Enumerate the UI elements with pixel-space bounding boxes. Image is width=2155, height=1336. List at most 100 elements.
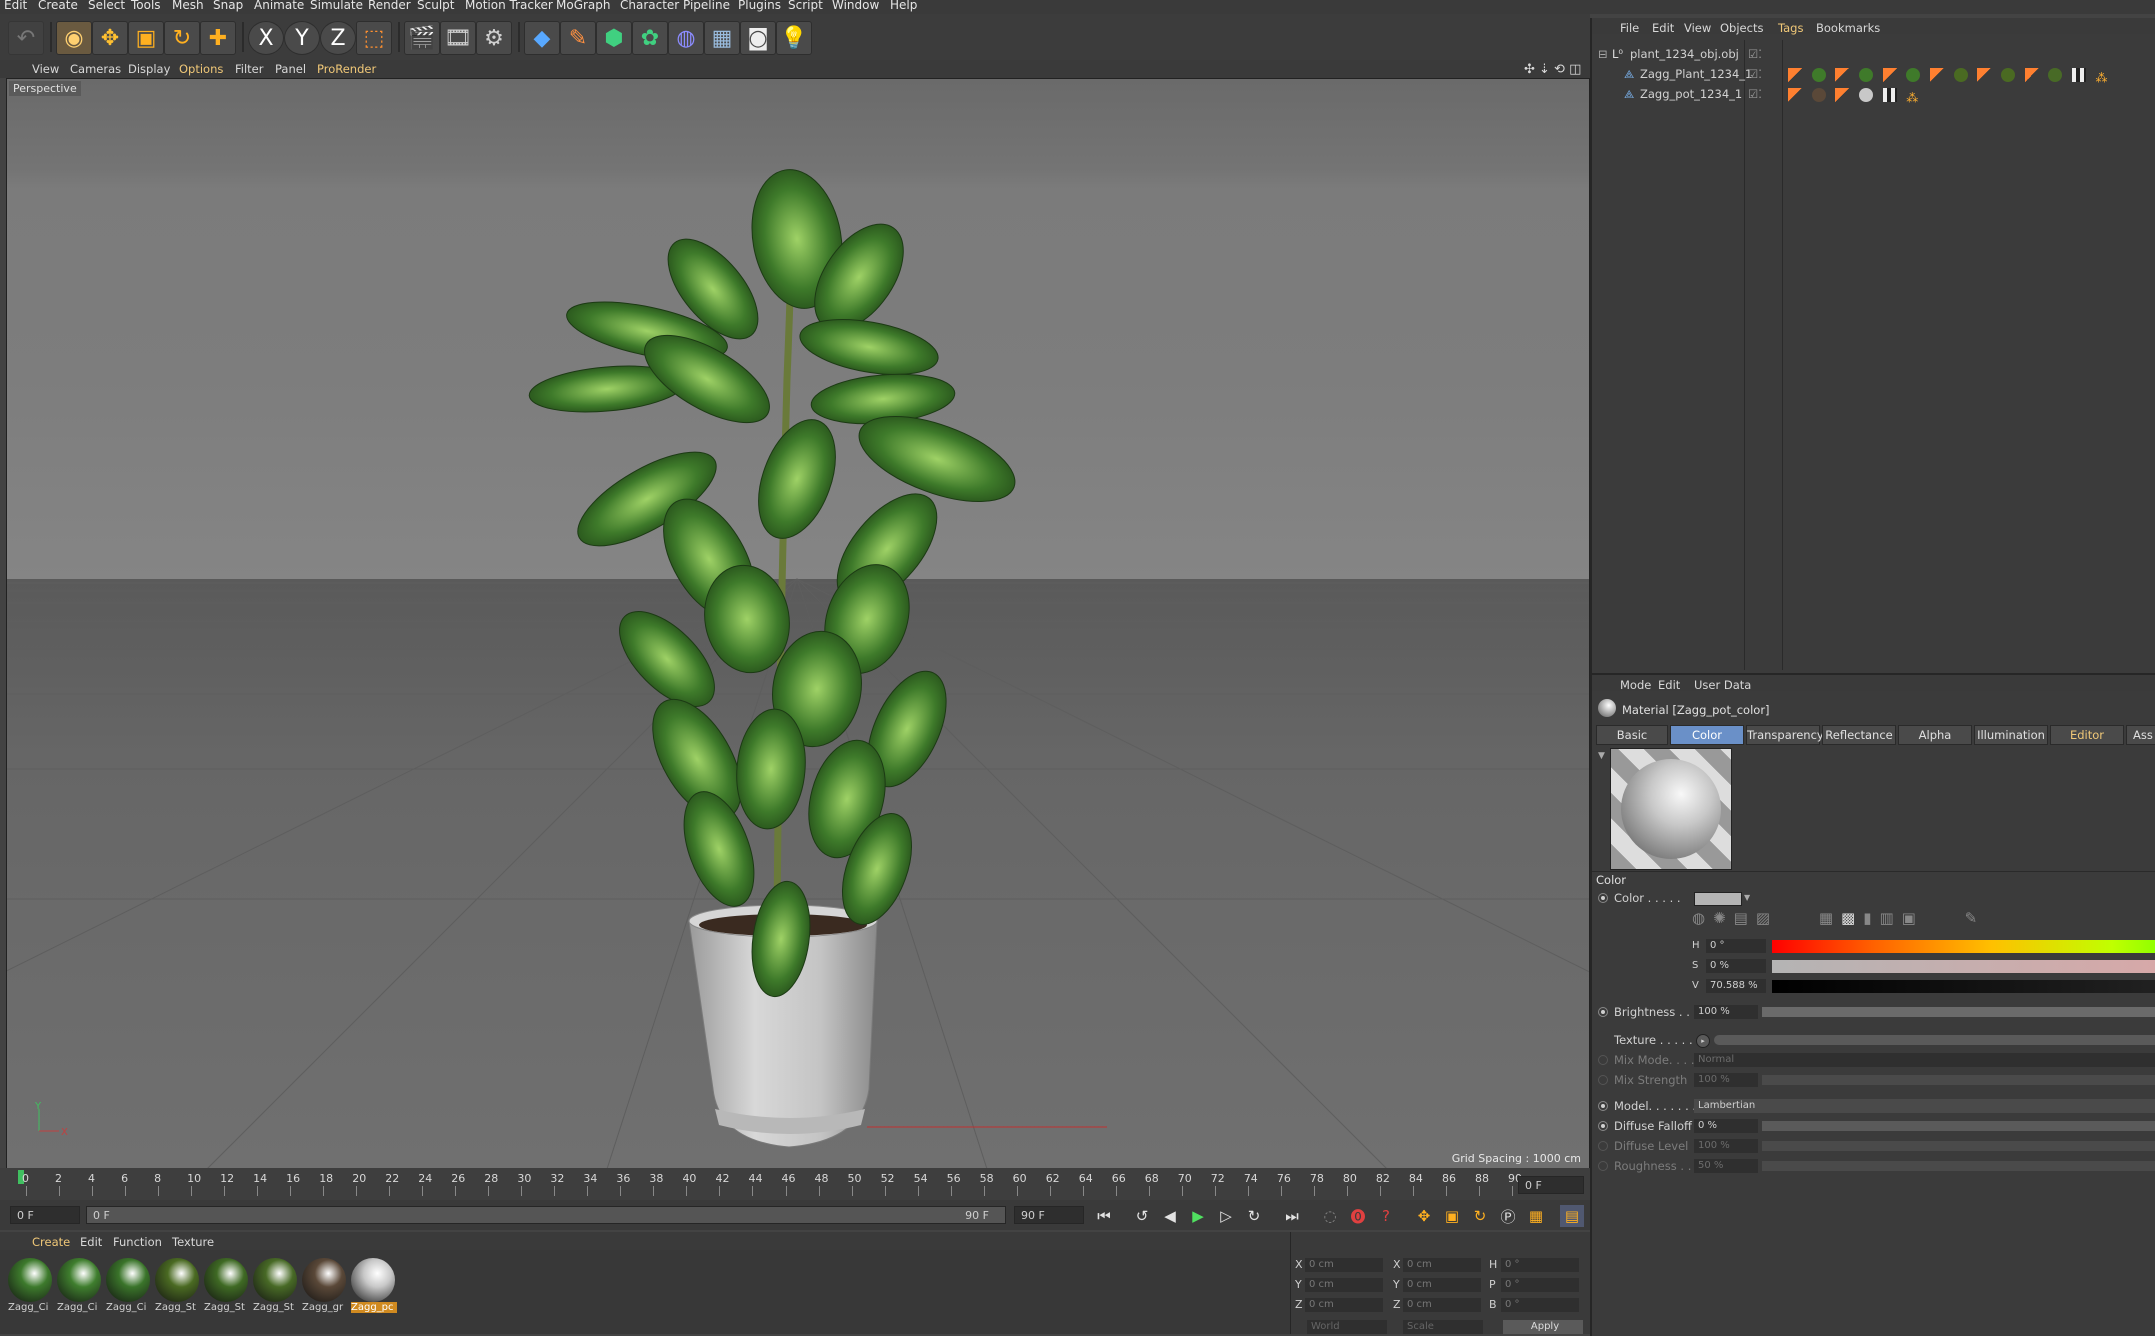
deformer-icon[interactable]: ◍: [668, 21, 704, 55]
tab-basic[interactable]: Basic: [1596, 725, 1668, 745]
key-parameter-icon[interactable]: Ⓟ: [1496, 1205, 1520, 1227]
tab-alpha[interactable]: Alpha: [1898, 725, 1972, 745]
roughness-slider[interactable]: [1762, 1161, 2155, 1171]
previous-key-icon[interactable]: ↺: [1130, 1205, 1154, 1227]
om-menu-tags[interactable]: Tags: [1778, 21, 1803, 35]
go-to-end-icon[interactable]: ⏭: [1280, 1205, 1304, 1227]
texture-menu-icon[interactable]: ▸: [1696, 1034, 1710, 1048]
key-pla-icon[interactable]: ▦: [1524, 1205, 1548, 1227]
material-thumbnail[interactable]: Zagg_gr: [302, 1258, 348, 1318]
cube-icon[interactable]: ◆: [524, 21, 560, 55]
color-swatch[interactable]: [1694, 892, 1742, 906]
mix-strength-field[interactable]: 100 %: [1694, 1073, 1758, 1087]
material-menu-texture[interactable]: Texture: [172, 1235, 214, 1249]
texture-slot[interactable]: [1714, 1035, 2155, 1045]
timeline-layout-icon[interactable]: ▤: [1560, 1205, 1584, 1227]
brightness-field[interactable]: 100 %: [1694, 1005, 1758, 1019]
mix-strength-slider[interactable]: [1762, 1075, 2155, 1085]
live-select-icon[interactable]: ◉: [56, 21, 92, 55]
tab-color[interactable]: Color: [1670, 725, 1744, 745]
swatch-dropdown-icon[interactable]: ▼: [1744, 889, 1750, 907]
material-thumbnail[interactable]: Zagg_Ci: [8, 1258, 54, 1318]
rotate-icon[interactable]: ↻: [164, 21, 200, 55]
menu-script[interactable]: Script: [788, 0, 823, 11]
light-icon[interactable]: 💡: [776, 21, 812, 55]
phong-tag-icon[interactable]: [1788, 67, 1802, 82]
am-menu-mode[interactable]: Mode: [1620, 678, 1651, 692]
timeline-ruler[interactable]: 0 2 4 6 8 10 12 14 16 18 20 22 24 26 28 30 32 34 36 38 40 42 4…: [0, 1168, 1590, 1200]
menu-tools[interactable]: Tools: [131, 0, 161, 11]
menu-mograph[interactable]: MoGraph: [556, 0, 611, 11]
phong-tag-icon[interactable]: [1882, 67, 1897, 82]
menu-render[interactable]: Render: [368, 0, 411, 11]
preview-range-slider[interactable]: 0 F 90 F: [86, 1206, 1006, 1224]
material-tag-icon[interactable]: [1906, 67, 1921, 82]
key-rotation-icon[interactable]: ↻: [1468, 1205, 1492, 1227]
diffuse-falloff-field[interactable]: 0 %: [1694, 1119, 1758, 1133]
perspective-viewport[interactable]: Y X Perspective Grid Spacing: 1000 cm: [6, 78, 1590, 1170]
animate-toggle[interactable]: [1598, 1055, 1608, 1065]
viewport-menu-cameras[interactable]: Cameras: [70, 62, 121, 76]
material-menu-create[interactable]: Create: [32, 1235, 70, 1249]
kelvin-icon[interactable]: ▮: [1863, 909, 1879, 927]
menu-motion-tracker[interactable]: Motion Tracker: [465, 0, 553, 11]
material-tag-icon[interactable]: [2048, 67, 2063, 82]
coord-value-field[interactable]: 0 cm: [1403, 1278, 1481, 1292]
key-scale-icon[interactable]: ▣: [1440, 1205, 1464, 1227]
om-menu-edit[interactable]: Edit: [1652, 21, 1674, 35]
x-axis-lock-button[interactable]: X: [248, 21, 284, 55]
material-tag-icon[interactable]: [1858, 67, 1873, 82]
keyframe-selection-icon[interactable]: ?: [1374, 1205, 1398, 1227]
rgb-icon[interactable]: ▦: [1819, 909, 1841, 927]
object-row-root[interactable]: ⊟ L⁰ plant_1234_obj.obj ☑⁚: [1592, 44, 2155, 64]
floor-icon[interactable]: ▦: [704, 21, 740, 55]
material-thumbnail[interactable]: Zagg_pc: [351, 1258, 397, 1318]
phong-tag-icon[interactable]: [1835, 67, 1850, 82]
material-tag-icon[interactable]: [2000, 67, 2015, 82]
material-thumbnail[interactable]: Zagg_St: [253, 1258, 299, 1318]
phong-tag-icon[interactable]: [1929, 67, 1944, 82]
coord-value-field[interactable]: 0 cm: [1305, 1298, 1383, 1312]
menu-sculpt[interactable]: Sculpt: [417, 0, 454, 11]
material-thumbnail[interactable]: Zagg_St: [204, 1258, 250, 1318]
viewport-menu-display[interactable]: Display: [128, 62, 170, 76]
viewport-menu-options[interactable]: Options: [179, 62, 223, 76]
swatches-icon[interactable]: ▣: [1902, 909, 1924, 927]
value-slider[interactable]: [1772, 980, 2155, 993]
coord-value-field[interactable]: 0 cm: [1305, 1278, 1383, 1292]
material-tags[interactable]: ⁂: [1788, 64, 2116, 85]
material-menu-edit[interactable]: Edit: [80, 1235, 102, 1249]
scale-dropdown[interactable]: Scale: [1403, 1320, 1483, 1334]
menu-plugins[interactable]: Plugins: [738, 0, 781, 11]
end-frame-field[interactable]: 90 F: [1014, 1206, 1084, 1224]
object-row-plant[interactable]: ⟁ Zagg_Plant_1234_1 ☑⁚ ⁂: [1592, 64, 2155, 85]
viewport-menu-filter[interactable]: Filter: [235, 62, 263, 76]
am-menu-user-data[interactable]: User Data: [1694, 678, 1751, 692]
y-axis-lock-button[interactable]: Y: [284, 21, 320, 55]
om-menu-bookmarks[interactable]: Bookmarks: [1816, 21, 1880, 35]
coord-value-field[interactable]: 0 °: [1501, 1258, 1579, 1272]
camera-icon[interactable]: ◙: [740, 21, 776, 55]
phong-tag-icon[interactable]: [1977, 67, 1992, 82]
viewport-menu-prorender[interactable]: ProRender: [317, 62, 376, 76]
viewport-menu-view[interactable]: View: [32, 62, 59, 76]
gradient-icon[interactable]: ▤: [1734, 909, 1756, 927]
render-settings-icon[interactable]: ⚙: [476, 21, 512, 55]
menu-edit[interactable]: Edit: [4, 0, 27, 11]
tab-reflectance[interactable]: Reflectance: [1822, 725, 1896, 745]
menu-animate[interactable]: Animate: [254, 0, 304, 11]
add-object-icon[interactable]: ✚: [200, 21, 236, 55]
uvw-tag-icon[interactable]: [2071, 67, 2086, 82]
menu-character[interactable]: Character: [620, 0, 679, 11]
next-key-icon[interactable]: ↻: [1242, 1205, 1266, 1227]
coord-value-field[interactable]: 0 cm: [1403, 1258, 1481, 1272]
coord-value-field[interactable]: 0 cm: [1403, 1298, 1481, 1312]
pen-icon[interactable]: ✎: [560, 21, 596, 55]
render-picture-viewer-icon[interactable]: 🎞: [440, 21, 476, 55]
previous-frame-icon[interactable]: ◀: [1158, 1205, 1182, 1227]
uvw-tag-icon[interactable]: [1882, 87, 1897, 102]
om-menu-objects[interactable]: Objects: [1720, 21, 1763, 35]
z-axis-lock-button[interactable]: Z: [320, 21, 356, 55]
mix-mode-dropdown[interactable]: Normal: [1694, 1053, 2155, 1067]
coordinate-system-icon[interactable]: ⬚: [356, 21, 392, 55]
